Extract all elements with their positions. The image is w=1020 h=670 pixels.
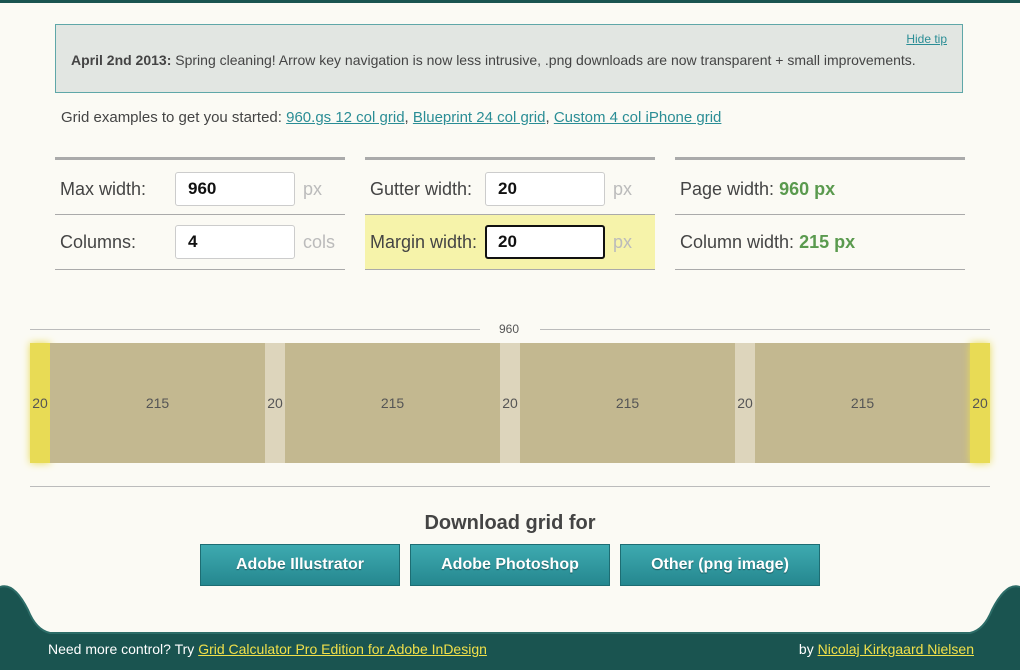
max-width-label: Max width: — [60, 179, 147, 199]
gutter-width-label: Gutter width: — [370, 179, 473, 199]
download-png-button[interactable]: Other (png image) — [620, 544, 820, 586]
download-title: Download grid for — [424, 512, 596, 534]
margin-width-label: Margin width: — [370, 232, 478, 252]
max-width-input[interactable] — [175, 172, 295, 206]
example-link-960gs[interactable]: 960.gs 12 col grid — [286, 109, 404, 126]
grid-bottom-divider — [30, 486, 990, 487]
settings-group-2: Gutter width: px Margin width: px — [365, 157, 655, 270]
page-width-label: Page width: — [680, 179, 775, 199]
grid-col-segment: 215 — [520, 343, 735, 463]
settings-group-1: Max width: px Columns: cols — [55, 157, 345, 270]
tip-message: April 2nd 2013: Spring cleaning! Arrow k… — [71, 52, 916, 68]
max-width-unit: px — [303, 179, 323, 199]
gutter-width-unit: px — [613, 179, 633, 199]
page-width-result: Page width: 960 px — [680, 179, 835, 200]
grid-col-segment: 215 — [50, 343, 265, 463]
example-link-blueprint[interactable]: Blueprint 24 col grid — [413, 109, 546, 126]
total-width-line-left — [30, 329, 480, 330]
page-width-row: Page width: 960 px — [675, 157, 965, 215]
page-width-value: 960 px — [779, 179, 836, 199]
grid-gutter-segment: 20 — [735, 343, 755, 463]
example-link-iphone[interactable]: Custom 4 col iPhone grid — [554, 109, 722, 126]
gutter-width-row: Gutter width: px — [365, 157, 655, 215]
grid-col-segment: 215 — [755, 343, 970, 463]
margin-width-unit: px — [613, 232, 633, 252]
examples-intro: Grid examples to get you started: — [61, 109, 282, 126]
grid-col-segment: 215 — [285, 343, 500, 463]
download-photoshop-button[interactable]: Adobe Photoshop — [410, 544, 610, 586]
footer-right-text: by — [798, 641, 814, 657]
footer: Need more control? Try Grid Calculator P… — [0, 634, 1020, 670]
grid-gutter-segment: 20 — [500, 343, 520, 463]
results-group: Page width: 960 px Column width: 215 px — [675, 157, 965, 270]
columns-row: Columns: cols — [55, 215, 345, 270]
margin-width-input[interactable] — [485, 225, 605, 259]
columns-input[interactable] — [175, 225, 295, 259]
author-link[interactable]: Nicolaj Kirkgaard Nielsen — [818, 641, 974, 657]
margin-width-row: Margin width: px — [365, 215, 655, 270]
tip-box: Hide tip April 2nd 2013: Spring cleaning… — [55, 24, 963, 93]
download-illustrator-button[interactable]: Adobe Illustrator — [200, 544, 400, 586]
top-bar — [0, 0, 1020, 3]
total-width-label: 960 — [498, 322, 520, 336]
pro-edition-link[interactable]: Grid Calculator Pro Edition for Adobe In… — [198, 641, 487, 657]
column-width-value: 215 px — [799, 232, 856, 252]
column-width-result: Column width: 215 px — [680, 232, 855, 253]
grid-gutter-segment: 20 — [265, 343, 285, 463]
hide-tip-link[interactable]: Hide tip — [906, 32, 947, 46]
total-width-line-right — [540, 329, 990, 330]
grid-examples: Grid examples to get you started: 960.gs… — [61, 109, 722, 126]
column-width-label: Column width: — [680, 232, 795, 252]
grid-margin-segment: 20 — [30, 343, 50, 463]
columns-unit: cols — [303, 232, 336, 252]
footer-left-text: Need more control? Try — [48, 641, 195, 657]
gutter-width-input[interactable] — [485, 172, 605, 206]
column-width-row: Column width: 215 px — [675, 215, 965, 270]
footer-left: Need more control? Try Grid Calculator P… — [48, 641, 487, 657]
footer-right: by Nicolaj Kirkgaard Nielsen — [799, 641, 974, 657]
columns-label: Columns: — [60, 232, 137, 252]
tip-date: April 2nd 2013: — [71, 52, 172, 68]
max-width-row: Max width: px — [55, 157, 345, 215]
tip-text: Spring cleaning! Arrow key navigation is… — [175, 52, 916, 68]
grid-margin-segment: 20 — [970, 343, 990, 463]
grid-preview: 20 215 20 215 20 215 20 215 20 — [30, 343, 990, 463]
